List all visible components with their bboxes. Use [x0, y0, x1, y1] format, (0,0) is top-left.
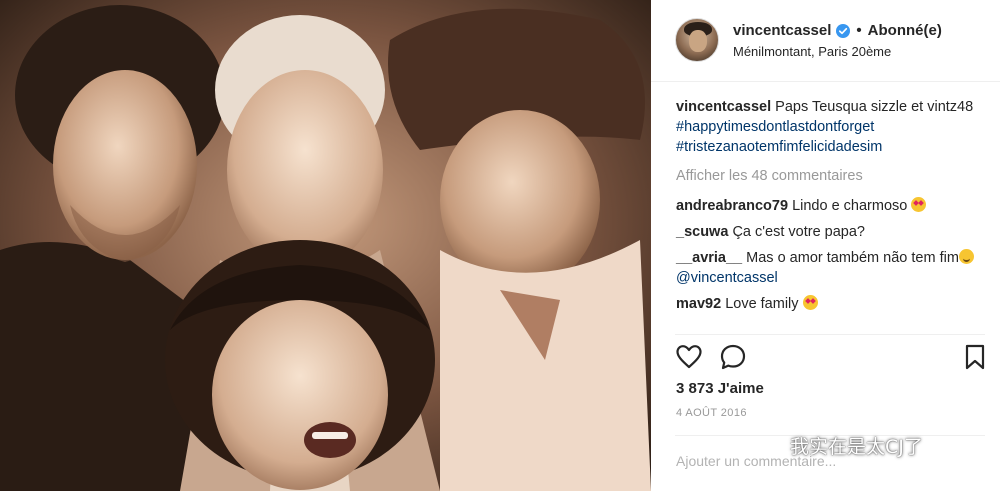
caption-text: Paps Teusqua sizzle et vintz48 — [775, 99, 974, 115]
view-all-comments-link[interactable]: Afficher les 48 commentaires — [676, 166, 986, 186]
wechat-logo-icon — [758, 435, 783, 455]
username-row: vincentcassel • Abonné(e) — [733, 22, 942, 39]
post-header: vincentcassel • Abonné(e) Ménilmontant, … — [651, 0, 1000, 82]
blush-emoji-icon — [958, 249, 974, 264]
comment-username[interactable]: andreabranco79 — [676, 198, 788, 214]
username-link[interactable]: vincentcassel — [733, 22, 831, 39]
comment-item: mav92 Love family — [676, 294, 986, 314]
comment-item: _scuwa Ça c'est votre papa? — [676, 222, 986, 242]
bookmark-icon[interactable] — [961, 343, 989, 371]
sepia-group-photo — [0, 0, 651, 491]
hashtag-link[interactable]: #tristezanaotemfimfelicidadesim — [676, 137, 986, 157]
mention-link[interactable]: @vincentcassel — [676, 270, 778, 286]
comment-item: __avria__ Mas o amor também não tem fim @… — [676, 248, 986, 288]
follow-status-button[interactable]: Abonné(e) — [868, 22, 942, 39]
caption-username[interactable]: vincentcassel — [676, 99, 771, 115]
comment-text: Lindo e charmoso — [792, 198, 908, 214]
comment-username[interactable]: __avria__ — [676, 250, 742, 266]
comment-username[interactable]: mav92 — [676, 296, 721, 312]
watermark: 我实在是太CJ了 — [758, 432, 923, 459]
comment-text: Love family — [725, 296, 799, 312]
post-actions-bar — [675, 343, 987, 373]
post-details-panel: vincentcassel • Abonné(e) Ménilmontant, … — [651, 0, 1000, 491]
verified-badge-icon — [836, 23, 851, 38]
avatar[interactable] — [675, 18, 719, 62]
watermark-text: 我实在是太CJ了 — [790, 436, 923, 458]
hashtag-link[interactable]: #happytimesdontlastdontforget — [676, 117, 986, 137]
separator-dot: • — [856, 22, 862, 39]
likes-count[interactable]: 3 873 J'aime — [676, 380, 764, 397]
location-link[interactable]: Ménilmontant, Paris 20ème — [733, 44, 891, 59]
comment-text: Ça c'est votre papa? — [732, 224, 865, 240]
comments-section: vincentcassel Paps Teusqua sizzle et vin… — [676, 97, 986, 320]
comment-username[interactable]: _scuwa — [676, 224, 728, 240]
speech-bubble-icon[interactable] — [719, 343, 747, 371]
post-photo[interactable] — [0, 0, 651, 491]
post-date: 4 AOÛT 2016 — [676, 407, 747, 419]
divider — [675, 334, 985, 335]
comment-item: andreabranco79 Lindo e charmoso — [676, 196, 986, 216]
heart-outline-icon[interactable] — [675, 343, 703, 371]
comment-text: Mas o amor também não tem fim — [746, 250, 959, 266]
post-caption: vincentcassel Paps Teusqua sizzle et vin… — [676, 97, 986, 157]
heart-eyes-emoji-icon — [911, 197, 927, 212]
heart-eyes-emoji-icon — [802, 295, 818, 310]
